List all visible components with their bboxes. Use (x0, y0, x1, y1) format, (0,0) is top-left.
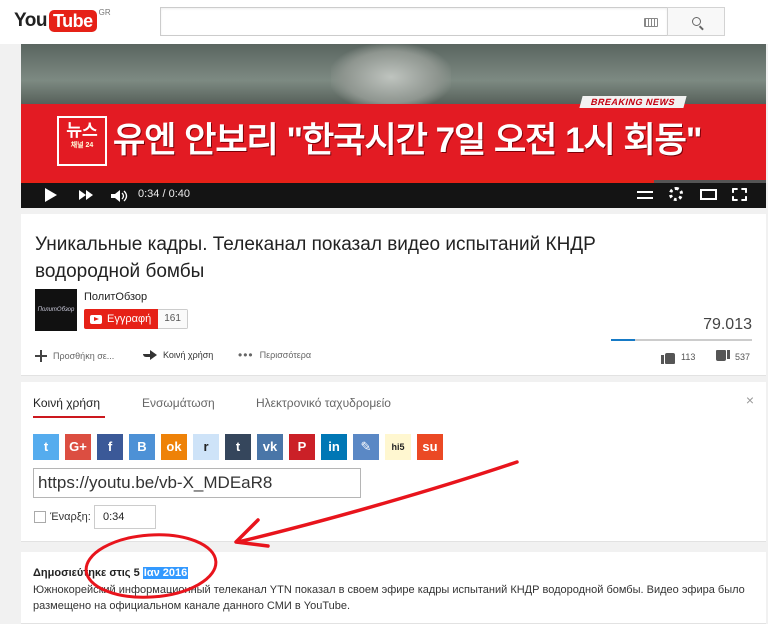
sentiment-like (611, 339, 635, 341)
news-logo-sub: 채널 24 (70, 142, 94, 149)
odnoklassniki-share-icon[interactable]: ok (161, 434, 187, 460)
logo-tube: Tube (48, 10, 97, 32)
close-icon[interactable]: × (746, 392, 754, 408)
pinterest-share-icon[interactable]: P (289, 434, 315, 460)
share-button[interactable]: Κοινή χρήση (143, 350, 213, 360)
video-player[interactable]: BREAKING NEWS 뉴스 채널 24 유엔 안보리 "한국시간 7일 오… (21, 44, 766, 208)
share-label: Κοινή χρήση (163, 350, 214, 360)
stumbleupon-share-icon[interactable]: su (417, 434, 443, 460)
google-plus-share-icon[interactable]: G+ (65, 434, 91, 460)
logo-you: You (14, 10, 47, 31)
channel-name[interactable]: ПолитОбзор (84, 291, 147, 303)
theater-mode-icon[interactable] (700, 189, 717, 200)
keyboard-icon[interactable] (644, 18, 658, 27)
share-url-field[interactable] (33, 468, 361, 498)
dislike-button[interactable]: 537 (715, 350, 750, 364)
tab-share[interactable]: Κοινή χρήση (33, 396, 100, 410)
breaking-news-label: BREAKING NEWS (579, 96, 687, 108)
facebook-share-icon[interactable]: f (97, 434, 123, 460)
progress-fill (21, 180, 655, 183)
vk-share-icon[interactable]: vk (257, 434, 283, 460)
news-channel-logo: 뉴스 채널 24 (57, 116, 107, 166)
subscribe-main[interactable]: Εγγραφή (84, 309, 159, 329)
youtube-logo[interactable]: You Tube GR (14, 8, 111, 32)
video-info-card: Уникальные кадры. Телеканал показал виде… (21, 214, 766, 376)
search-input[interactable] (160, 7, 668, 36)
volume-icon[interactable] (111, 189, 129, 202)
masthead: You Tube GR (0, 0, 768, 44)
description-text: Южнокорейский информационный телеканал Y… (33, 584, 745, 612)
more-button[interactable]: ••• Περισσότερα (238, 348, 312, 362)
dislike-count: 537 (735, 352, 751, 362)
player-controls: 0:34 / 0:40 (21, 180, 766, 208)
subtitles-icon[interactable] (637, 191, 653, 199)
like-button[interactable]: 113 (661, 350, 695, 364)
logo-region: GR (98, 8, 111, 17)
description-card: Δημοσιεύτηκε στις 5 Ιαν 2016 Южнокорейск… (21, 552, 766, 624)
add-to-button[interactable]: Προσθήκη σε... (35, 350, 114, 362)
youtube-play-icon (90, 314, 102, 324)
twitter-share-icon[interactable]: t (33, 434, 59, 460)
share-panel: Κοινή χρήση Ενσωμάτωση Ηλεκτρονικό ταχυδ… (21, 382, 766, 542)
thumbs-up-icon (661, 350, 676, 364)
news-headline: 유엔 안보리 "한국시간 7일 오전 1시 회동" (113, 121, 702, 160)
share-icon (143, 350, 157, 360)
thumbs-down-icon (715, 350, 730, 364)
video-time: 0:34 / 0:40 (138, 188, 190, 200)
search-button[interactable] (667, 7, 725, 36)
tumblr-share-icon[interactable]: t (225, 434, 251, 460)
start-time-field[interactable] (94, 505, 156, 529)
search-icon (691, 17, 701, 26)
video-frame-detail (331, 44, 451, 110)
progress-bar[interactable] (21, 180, 766, 183)
start-at-label: Έναρξη: (50, 511, 91, 523)
video-title: Уникальные кадры. Телеканал показал виде… (35, 234, 596, 282)
more-label: Περισσότερα (259, 350, 312, 360)
add-to-label: Προσθήκη σε... (53, 351, 115, 361)
hi5-share-icon[interactable]: hi5 (385, 434, 411, 460)
published-prefix: Δημοσιεύτηκε στις 5 (33, 567, 143, 579)
view-count: 79.013 (703, 316, 752, 333)
blogger-share-icon[interactable]: B (129, 434, 155, 460)
plus-icon (35, 350, 47, 362)
active-tab-indicator (33, 416, 105, 418)
play-icon[interactable] (45, 188, 57, 202)
next-icon[interactable] (79, 190, 95, 200)
subscriber-count: 161 (158, 309, 188, 329)
news-logo-text: 뉴스 (66, 121, 98, 140)
published-date: Δημοσιεύτηκε στις 5 Ιαν 2016 (33, 567, 189, 579)
gear-icon[interactable] (669, 187, 683, 201)
more-dots-icon: ••• (238, 348, 254, 362)
sentiment-bar (611, 339, 752, 341)
fullscreen-icon[interactable] (732, 188, 747, 201)
channel-avatar[interactable]: ПолитОбзор (35, 289, 77, 331)
tab-email[interactable]: Ηλεκτρονικό ταχυδρομείο (256, 396, 391, 410)
linkedin-share-icon[interactable]: in (321, 434, 347, 460)
published-date-selected: Ιαν 2016 (142, 567, 189, 579)
subscribe-label: Εγγραφή (107, 313, 152, 325)
like-count: 113 (681, 352, 696, 362)
livejournal-share-icon[interactable]: ✎ (353, 434, 379, 460)
reddit-share-icon[interactable]: r (193, 434, 219, 460)
tab-embed[interactable]: Ενσωμάτωση (142, 396, 215, 410)
subscribe-button[interactable]: Εγγραφή 161 (84, 309, 188, 329)
start-at-checkbox[interactable] (34, 511, 46, 523)
